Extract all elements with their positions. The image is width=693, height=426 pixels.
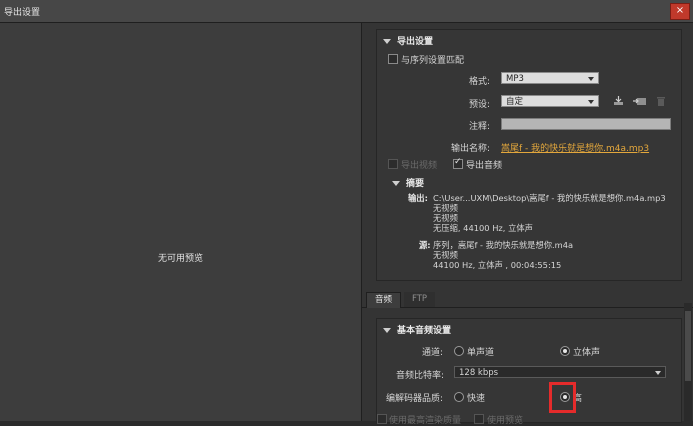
basic-audio-panel: 基本音频设置 通道: 单声道 立体声 音频比特率: 128 kbps 编解码器品… (376, 318, 682, 426)
channels-label: 通道: (422, 348, 444, 358)
export-audio-checkbox[interactable] (453, 157, 463, 169)
export-settings-header[interactable]: 导出设置 (383, 34, 433, 47)
import-preset-icon[interactable] (633, 96, 647, 106)
scrollbar-thumb[interactable] (685, 311, 691, 381)
tab-ftp[interactable]: FTP (404, 292, 436, 307)
preset-select[interactable]: 自定 (501, 95, 599, 107)
summary-source: 序列，嵩尾f - 我的快乐就是想你.m4a 无视频 44100 Hz, 立体声 … (433, 240, 574, 270)
close-button[interactable]: × (670, 3, 690, 20)
bitrate-select[interactable]: 128 kbps (454, 366, 666, 378)
scrollbar[interactable] (684, 303, 692, 421)
output-name-link[interactable]: 嵩尾f - 我的快乐就是想你.m4a.mp3 (501, 141, 649, 154)
match-sequence-checkbox[interactable] (388, 54, 398, 64)
mono-radio[interactable] (454, 346, 464, 356)
bitrate-label: 音频比特率: (396, 371, 445, 381)
format-label: 格式: (469, 77, 491, 87)
comment-label: 注释: (469, 122, 491, 132)
stereo-radio[interactable] (560, 346, 570, 356)
collapse-triangle-icon (392, 181, 400, 186)
stereo-label: 立体声 (573, 348, 601, 358)
use-preview-label: 使用预览 (487, 416, 524, 426)
codec-quality-label: 编解码器品质: (386, 394, 444, 404)
tab-audio[interactable]: 音频 (366, 292, 402, 308)
max-render-checkbox[interactable] (377, 414, 387, 424)
dropdown-arrow-icon (588, 77, 594, 81)
window-title: 导出设置 (4, 8, 41, 18)
export-video-label: 导出视频 (401, 161, 438, 171)
preview-area: 无可用预览 (0, 23, 362, 421)
dropdown-arrow-icon (588, 100, 594, 104)
fast-radio[interactable] (454, 392, 464, 402)
summary-header[interactable]: 摘要 (392, 176, 424, 189)
preset-label: 预设: (469, 100, 491, 110)
comment-input[interactable] (501, 118, 671, 130)
collapse-triangle-icon (383, 39, 391, 44)
summary-source-label: 源: (419, 240, 431, 250)
collapse-triangle-icon (383, 328, 391, 333)
title-bar: 导出设置 × (0, 0, 693, 23)
delete-preset-icon[interactable] (656, 96, 666, 106)
dropdown-arrow-icon (655, 371, 661, 375)
settings-panel: 导出设置 与序列设置匹配 格式: MP3 预设: 自定 注释: 输出名称: 嵩尾… (362, 23, 693, 426)
match-sequence-label: 与序列设置匹配 (401, 56, 465, 66)
summary-output: C:\User...UXM\Desktop\嵩尾f - 我的快乐就是想你.m4a… (433, 193, 666, 233)
save-preset-icon[interactable] (613, 96, 624, 106)
summary-output-label: 输出: (408, 193, 428, 203)
format-select[interactable]: MP3 (501, 72, 599, 84)
export-audio-label: 导出音频 (466, 161, 503, 171)
export-video-checkbox[interactable] (388, 159, 398, 169)
basic-audio-header[interactable]: 基本音频设置 (383, 323, 451, 336)
tab-bar: 音频 FTP (362, 290, 693, 308)
fast-label: 快速 (467, 394, 486, 404)
output-name-label: 输出名称: (451, 144, 491, 154)
mono-label: 单声道 (467, 348, 495, 358)
export-settings-panel: 导出设置 与序列设置匹配 格式: MP3 预设: 自定 注释: 输出名称: 嵩尾… (376, 29, 682, 281)
use-preview-checkbox[interactable] (474, 414, 484, 424)
highlight-box (549, 382, 576, 413)
no-preview-text: 无可用预览 (157, 254, 203, 264)
max-render-label: 使用最高渲染质量 (389, 416, 462, 426)
